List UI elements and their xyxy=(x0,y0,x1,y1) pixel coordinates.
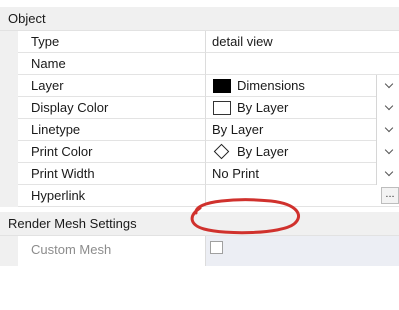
property-row-display-color: Display Color By Layer xyxy=(0,97,399,119)
object-section-title: Object xyxy=(8,11,46,26)
property-label-name: Name xyxy=(31,56,66,71)
property-label-linetype: Linetype xyxy=(31,122,81,137)
print-color-dropdown[interactable]: By Layer xyxy=(206,141,399,163)
custom-mesh-value xyxy=(206,236,399,266)
property-label-hyperlink: Hyperlink xyxy=(31,188,86,203)
chevron-down-icon[interactable] xyxy=(376,141,399,163)
property-label-layer: Layer xyxy=(31,78,64,93)
layer-dropdown[interactable]: Dimensions xyxy=(206,75,399,97)
chevron-down-icon[interactable] xyxy=(376,97,399,119)
render-mesh-section-title: Render Mesh Settings xyxy=(8,216,137,231)
property-label-print-color: Print Color xyxy=(31,144,93,159)
property-label-display-color: Display Color xyxy=(31,100,109,115)
custom-mesh-checkbox[interactable] xyxy=(210,241,223,254)
black-color-swatch-icon xyxy=(213,79,231,93)
property-row-type: Type detail view xyxy=(0,31,399,53)
display-color-dropdown[interactable]: By Layer xyxy=(206,97,399,119)
print-width-dropdown[interactable]: No Print xyxy=(206,163,399,185)
chevron-down-icon[interactable] xyxy=(376,119,399,141)
object-section-header[interactable]: Object xyxy=(0,7,399,31)
chevron-down-icon[interactable] xyxy=(376,163,399,185)
property-row-print-color: Print Color By Layer xyxy=(0,141,399,163)
diamond-icon xyxy=(213,143,230,160)
browse-ellipsis-button[interactable]: ... xyxy=(381,187,399,204)
property-label-custom-mesh: Custom Mesh xyxy=(31,242,112,257)
property-value-type[interactable]: detail view xyxy=(206,31,399,53)
property-row-hyperlink: Hyperlink ... xyxy=(0,185,399,207)
property-row-linetype: Linetype By Layer xyxy=(0,119,399,141)
property-row-layer: Layer Dimensions xyxy=(0,75,399,97)
name-field[interactable] xyxy=(206,53,399,75)
property-label-type: Type xyxy=(31,34,60,49)
property-row-print-width: Print Width No Print xyxy=(0,163,399,185)
white-color-swatch-icon xyxy=(213,101,231,115)
property-label-print-width: Print Width xyxy=(31,166,95,181)
render-mesh-section-header[interactable]: Render Mesh Settings xyxy=(0,212,399,236)
property-row-custom-mesh: Custom Mesh xyxy=(0,236,399,266)
property-row-name: Name xyxy=(0,53,399,75)
linetype-dropdown[interactable]: By Layer xyxy=(206,119,399,141)
hyperlink-field[interactable]: ... xyxy=(206,185,399,207)
chevron-down-icon[interactable] xyxy=(376,75,399,97)
properties-panel: Object Type detail view Name Layer Dimen… xyxy=(0,0,399,310)
